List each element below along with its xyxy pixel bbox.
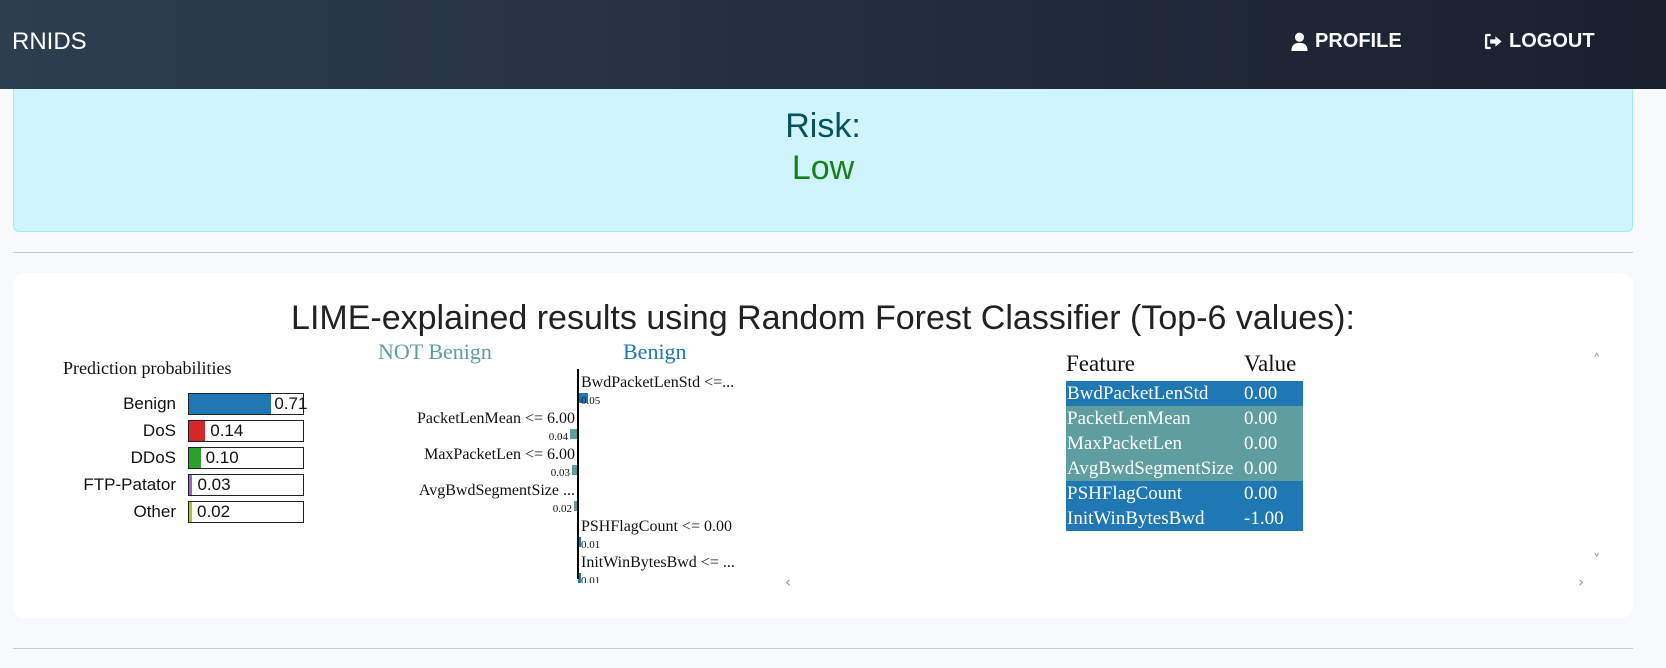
table-row: BwdPacketLenStd 0.00	[1066, 381, 1303, 406]
not-class-label: NOT Benign	[378, 339, 492, 364]
feature-value: 0.00	[1244, 483, 1278, 504]
brand-logo[interactable]: RNIDS	[12, 28, 87, 56]
profile-label: PROFILE	[1315, 30, 1402, 52]
probability-row: DDoS 0.10	[13, 447, 323, 469]
probability-value: 0.10	[205, 448, 239, 467]
feature-name: MaxPacketLen	[1067, 433, 1183, 454]
feature-weight-value: 0.03	[551, 467, 571, 479]
user-icon	[1291, 32, 1308, 51]
divider	[13, 648, 1633, 649]
class-label: Benign	[623, 339, 687, 364]
probability-class-label: FTP-Patator	[83, 475, 176, 494]
probability-bar-box	[188, 420, 304, 442]
feature-name: InitWinBytesBwd	[1067, 508, 1205, 529]
feature-name: PacketLenMean	[1067, 408, 1191, 429]
probability-row: Benign 0.71	[13, 393, 323, 415]
table-row: InitWinBytesBwd -1.00	[1066, 506, 1303, 531]
feature-weights-chart: NOT Benign Benign BwdPacketLenStd <=... 0.0…	[378, 339, 735, 583]
feature-value: 0.00	[1244, 458, 1278, 479]
table-row: PacketLenMean 0.00	[1066, 406, 1303, 431]
feature-weight-value: 0.05	[581, 395, 601, 407]
feature-weight-value: 0.04	[549, 431, 569, 443]
feature-label: MaxPacketLen <= 6.00	[424, 446, 575, 463]
probability-bar	[189, 448, 201, 468]
feature-weight-value: 0.02	[553, 503, 572, 515]
feature-weight-value: 0.01	[581, 539, 600, 551]
lime-card: LIME-explained results using Random Fore…	[13, 273, 1633, 618]
feature-value: 0.00	[1244, 433, 1278, 454]
probability-bar	[189, 502, 192, 522]
lime-explanation: Prediction probabilities Benign 0.71 DoS 0.…	[13, 273, 1633, 618]
scroll-right-icon[interactable]: ›	[1578, 573, 1584, 591]
probability-bar	[189, 421, 206, 441]
feature-header: Feature	[1066, 351, 1135, 376]
profile-link[interactable]: PROFILE	[1290, 30, 1402, 53]
feature-label: PSHFlagCount <= 0.00	[581, 518, 732, 535]
risk-value: Low	[791, 149, 855, 187]
top-navbar: RNIDS PROFILE LOGOUT	[0, 0, 1666, 89]
scroll-left-icon[interactable]: ‹	[785, 573, 791, 591]
feature-label: PacketLenMean <= 6.00	[417, 410, 575, 427]
probability-row: DoS 0.14	[13, 420, 323, 442]
feature-label: AvgBwdSegmentSize ...	[419, 482, 575, 499]
probability-class-label: Other	[133, 502, 176, 521]
table-row: AvgBwdSegmentSize 0.00	[1066, 456, 1303, 481]
feature-label: InitWinBytesBwd <= ...	[581, 554, 735, 571]
feature-name: PSHFlagCount	[1067, 483, 1183, 504]
probability-class-label: DoS	[142, 421, 176, 440]
table-row: MaxPacketLen 0.00	[1066, 431, 1303, 456]
logout-label: LOGOUT	[1509, 30, 1595, 52]
feature-weight-bar	[570, 429, 578, 439]
value-header: Value	[1244, 351, 1297, 376]
probability-row: FTP-Patator 0.03	[13, 474, 323, 496]
probability-value: 0.71	[274, 394, 308, 413]
risk-alert: Risk: Low	[13, 89, 1633, 232]
feature-weight-value: 0.01	[581, 575, 600, 583]
probability-row: Other 0.02	[13, 501, 323, 523]
probability-value: 0.03	[197, 475, 231, 494]
feature-name: BwdPacketLenStd	[1067, 383, 1209, 404]
scroll-up-icon[interactable]: ˄	[1593, 351, 1601, 369]
feature-value: 0.00	[1244, 383, 1278, 404]
probability-value: 0.02	[197, 502, 231, 521]
feature-value: -1.00	[1244, 508, 1284, 529]
probability-value: 0.14	[210, 421, 244, 440]
feature-name: AvgBwdSegmentSize	[1067, 458, 1234, 479]
probability-bar	[189, 394, 272, 414]
risk-label: Risk:	[785, 107, 861, 145]
probability-bar	[189, 475, 193, 495]
feature-label: BwdPacketLenStd <=...	[581, 374, 734, 391]
sign-out-icon	[1484, 33, 1502, 50]
probability-class-label: Benign	[123, 394, 176, 413]
divider	[13, 252, 1633, 253]
table-row: PSHFlagCount 0.00	[1066, 481, 1303, 506]
logout-link[interactable]: LOGOUT	[1484, 30, 1595, 53]
feature-value: 0.00	[1244, 408, 1278, 429]
prediction-probabilities-title: Prediction probabilities	[63, 358, 232, 378]
scroll-down-icon[interactable]: ˅	[1593, 551, 1601, 569]
probability-class-label: DDoS	[130, 448, 176, 467]
